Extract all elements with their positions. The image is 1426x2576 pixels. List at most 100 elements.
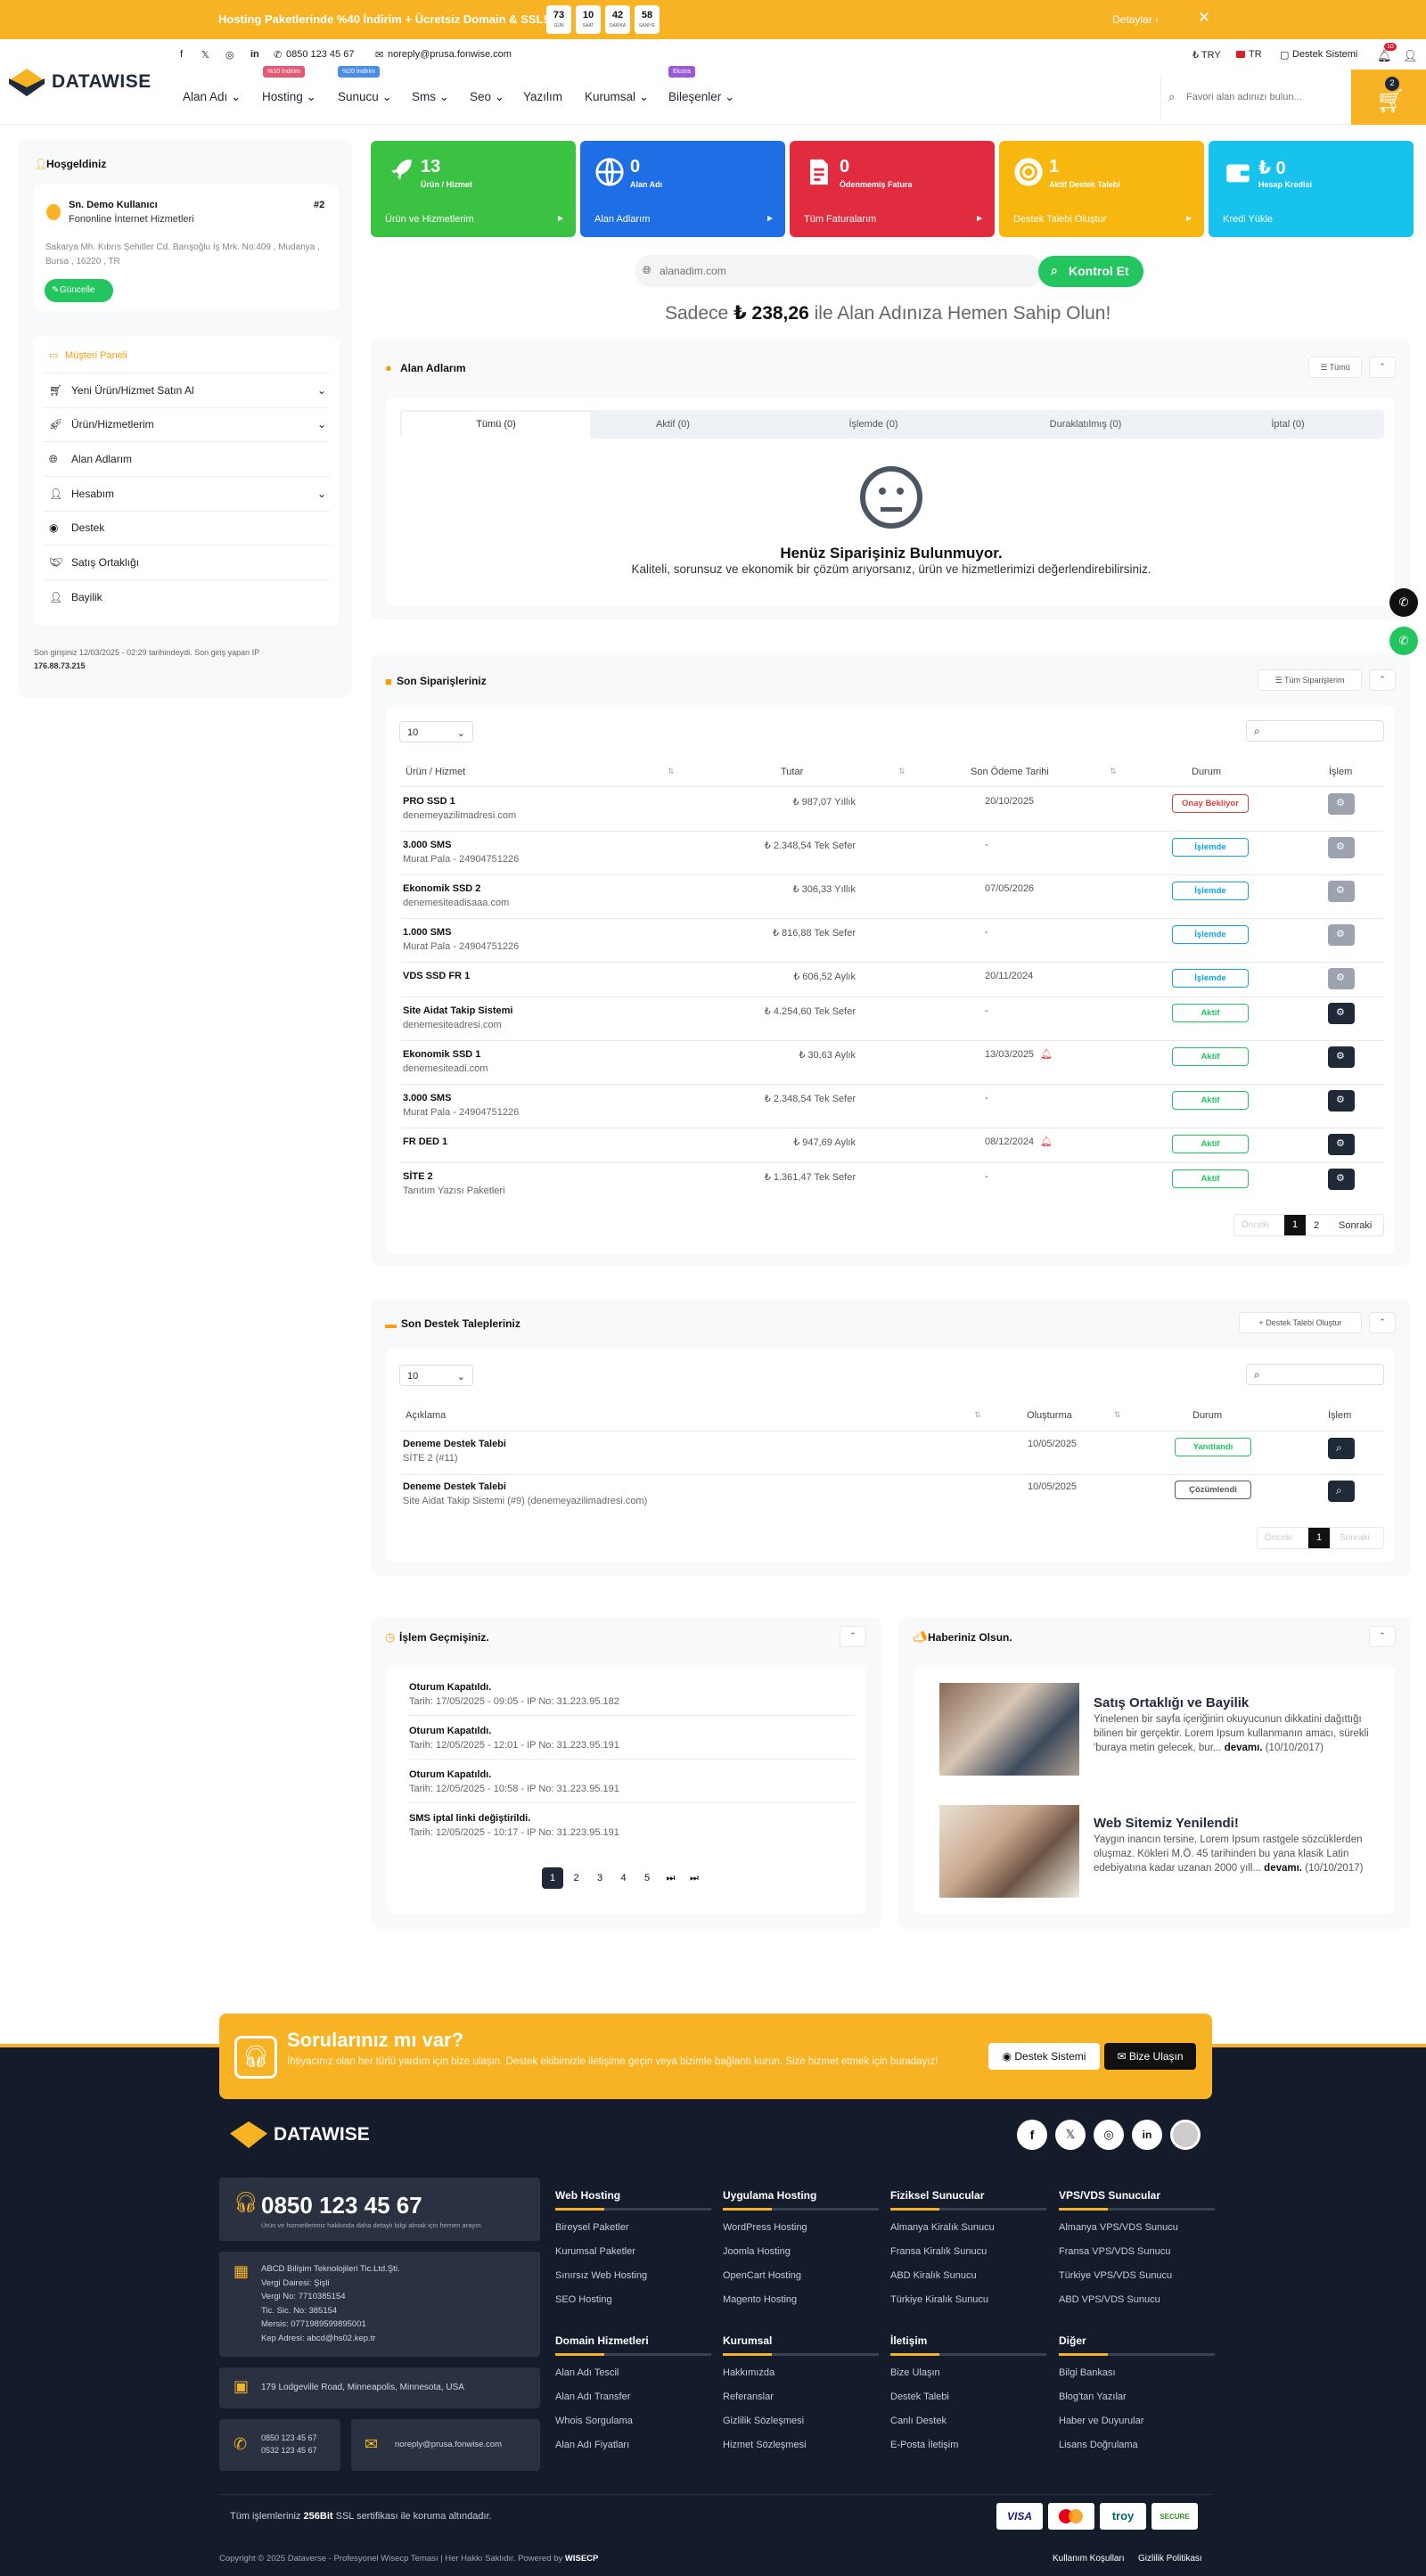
footer-link[interactable]: OpenCart Hosting <box>723 2270 801 2281</box>
cta-support-button[interactable]: ◉ Destek Sistemi <box>988 2043 1100 2070</box>
news-more-2[interactable]: devamı. <box>1264 1863 1302 1874</box>
more-icon[interactable] <box>1170 2120 1201 2150</box>
linkedin-icon[interactable]: in <box>1132 2120 1162 2150</box>
stat-invoices[interactable]: 0 Ödenmemiş Fatura Tüm Faturalarım ► <box>790 141 995 237</box>
domain-search-input[interactable] <box>660 262 1025 280</box>
news-more-1[interactable]: devamı. <box>1225 1743 1263 1753</box>
linkedin-icon[interactable]: in <box>250 49 259 60</box>
stat-tickets[interactable]: 1 Aktif Destek Talebi Destek Talebi Oluştu… <box>999 141 1204 237</box>
promo-details-link[interactable]: Detaylar › <box>1112 13 1159 26</box>
footer-link[interactable]: Almanya Kiralık Sunucu <box>890 2222 995 2233</box>
order-name[interactable]: 1.000 SMS <box>403 927 451 938</box>
collapse-icon[interactable]: ⌃ <box>840 1626 866 1647</box>
order-action-button[interactable]: ⚙ <box>1328 1169 1355 1190</box>
x-icon[interactable]: 𝕏 <box>1055 2120 1086 2150</box>
pager-page-1[interactable]: 1 <box>1308 1528 1330 1548</box>
nav-hosting[interactable]: Hosting ⌄ <box>262 90 316 104</box>
nav-kurumsal[interactable]: Kurumsal ⌄ <box>585 90 649 104</box>
privacy-link[interactable]: Gizlilik Politikası <box>1138 2554 1202 2564</box>
history-page-5[interactable]: 5 <box>636 1867 658 1889</box>
nav-bilesenler[interactable]: Bileşenler ⌄ <box>668 90 734 104</box>
facebook-icon[interactable]: f <box>1017 2120 1047 2150</box>
nav-sms[interactable]: Sms ⌄ <box>412 90 449 104</box>
footer-link[interactable]: Alan Adı Tescil <box>555 2367 619 2378</box>
pager-next[interactable]: Sonraki <box>1339 1220 1372 1231</box>
tab-processing[interactable]: İşlemde (0) <box>798 419 949 430</box>
orders-search-input[interactable]: ⌕ <box>1246 720 1384 742</box>
history-page-1[interactable]: 1 <box>542 1867 563 1889</box>
footer-link[interactable]: E-Posta İletişim <box>890 2440 958 2450</box>
footer-link[interactable]: ABD Kiralık Sunucu <box>890 2270 977 2281</box>
stat-domains[interactable]: 0 Alan Adı Alan Adlarım ► <box>580 141 785 237</box>
phone-float-icon[interactable]: ✆ <box>1389 588 1418 617</box>
order-name[interactable]: PRO SSD 1 <box>403 796 455 807</box>
ticket-name[interactable]: Deneme Destek Talebi <box>403 1439 506 1449</box>
col-due[interactable]: Son Ödeme Tarihi <box>971 767 1049 777</box>
x-icon[interactable]: 𝕏 <box>201 49 209 61</box>
footer-link[interactable]: Haber ve Duyurular <box>1059 2416 1143 2426</box>
footer-link[interactable]: Fransa Kiralık Sunucu <box>890 2246 987 2257</box>
stat-credit-link[interactable]: Kredi Yükle <box>1223 214 1273 225</box>
footer-link[interactable]: Destek Talebi <box>890 2391 949 2402</box>
order-name[interactable]: Ekonomik SSD 1 <box>403 1049 480 1060</box>
col-amount[interactable]: Tutar <box>781 767 803 777</box>
tab-suspended[interactable]: Duraklatılmış (0) <box>1010 419 1161 430</box>
stat-products[interactable]: 13 Ürün / Hizmet Ürün ve Hizmetlerim ► <box>371 141 576 237</box>
terms-link[interactable]: Kullanım Koşulları <box>1053 2554 1125 2564</box>
footer-link[interactable]: ABD VPS/VDS Sunucu <box>1059 2294 1160 2305</box>
chevron-down-icon[interactable]: ⌄ <box>317 488 326 500</box>
footer-link[interactable]: Lisans Doğrulama <box>1059 2440 1138 2450</box>
collapse-icon[interactable]: ⌃ <box>1369 357 1396 378</box>
footer-link[interactable]: Kurumsal Paketler <box>555 2246 635 2257</box>
order-action-button[interactable]: ⚙ <box>1328 924 1355 946</box>
order-action-button[interactable]: ⚙ <box>1328 837 1355 858</box>
ticket-name[interactable]: Deneme Destek Talebi <box>403 1481 506 1492</box>
menu-support[interactable]: Destek <box>71 521 104 534</box>
check-domain-button[interactable]: ⌕ Kontrol Et <box>1038 256 1143 287</box>
stat-tickets-link[interactable]: Destek Talebi Oluştur <box>1013 214 1106 225</box>
sort-icon[interactable]: ⇅ <box>1114 1410 1121 1420</box>
footer-link[interactable]: Alan Adı Transfer <box>555 2391 630 2402</box>
chevron-down-icon[interactable]: ⌄ <box>317 418 326 431</box>
order-name[interactable]: SİTE 2 <box>403 1171 433 1182</box>
stat-products-link[interactable]: Ürün ve Hizmetlerim <box>385 214 474 225</box>
footer-link[interactable]: Bilgi Bankası <box>1059 2367 1116 2378</box>
sort-icon[interactable]: ⇅ <box>668 767 675 776</box>
collapse-icon[interactable]: ⌃ <box>1369 1626 1396 1647</box>
footer-phone[interactable]: 0850 123 45 67 <box>261 2192 422 2219</box>
pager-next[interactable]: Sonraki <box>1340 1533 1370 1543</box>
collapse-icon[interactable]: ⌃ <box>1369 1312 1396 1333</box>
footer-link[interactable]: Hizmet Sözleşmesi <box>723 2440 807 2450</box>
filter-all-button[interactable]: ☰ Tümü <box>1308 357 1362 378</box>
update-button[interactable]: ✎ Güncelle <box>45 279 113 302</box>
footer-link[interactable]: WordPress Hosting <box>723 2222 807 2233</box>
brand-logo[interactable]: DATAWISE <box>52 71 152 93</box>
col-created[interactable]: Oluşturma <box>1027 1410 1072 1421</box>
cart-button[interactable]: 🛒︎ 2 <box>1351 70 1426 125</box>
language-select[interactable]: TR <box>1249 49 1262 60</box>
footer-link[interactable]: Türkiye Kiralık Sunucu <box>890 2294 988 2305</box>
currency-select[interactable]: ₺ TRY <box>1192 49 1221 61</box>
history-page-3[interactable]: 3 <box>589 1867 611 1889</box>
collapse-icon[interactable]: ⌃ <box>1369 669 1396 691</box>
facebook-icon[interactable]: f <box>180 49 183 60</box>
stat-credit[interactable]: ₺ 0 Hesap Kredisi Kredi Yükle <box>1209 141 1414 237</box>
news-image-1[interactable] <box>939 1683 1079 1776</box>
footer-link[interactable]: Blog'tan Yazılar <box>1059 2391 1127 2402</box>
footer-link[interactable]: Whois Sorgulama <box>555 2416 633 2426</box>
order-name[interactable]: Site Aidat Takip Sistemi <box>403 1005 512 1016</box>
footer-phone-2[interactable]: 0532 123 45 67 <box>261 2446 317 2455</box>
menu-affiliate[interactable]: Satış Ortaklığı <box>71 556 139 569</box>
order-name[interactable]: VDS SSD FR 1 <box>403 971 470 981</box>
footer-link[interactable]: Sınırsız Web Hosting <box>555 2270 647 2281</box>
close-icon[interactable]: ✕ <box>1198 9 1210 27</box>
footer-link[interactable]: Hakkımızda <box>723 2367 774 2378</box>
create-ticket-button[interactable]: + Destek Talebi Oluştur <box>1239 1312 1362 1333</box>
cta-contact-button[interactable]: ✉ Bize Ulaşın <box>1104 2043 1196 2070</box>
all-orders-button[interactable]: ☰ Tüm Siparişlerim <box>1258 669 1362 691</box>
stat-invoices-link[interactable]: Tüm Faturalarım <box>804 214 876 225</box>
tab-all[interactable]: Tümü (0) <box>402 412 590 439</box>
footer-phone-1[interactable]: 0850 123 45 67 <box>261 2433 317 2442</box>
menu-account[interactable]: Hesabım <box>71 488 114 500</box>
user-icon[interactable]: 👤︎ <box>1403 49 1418 63</box>
